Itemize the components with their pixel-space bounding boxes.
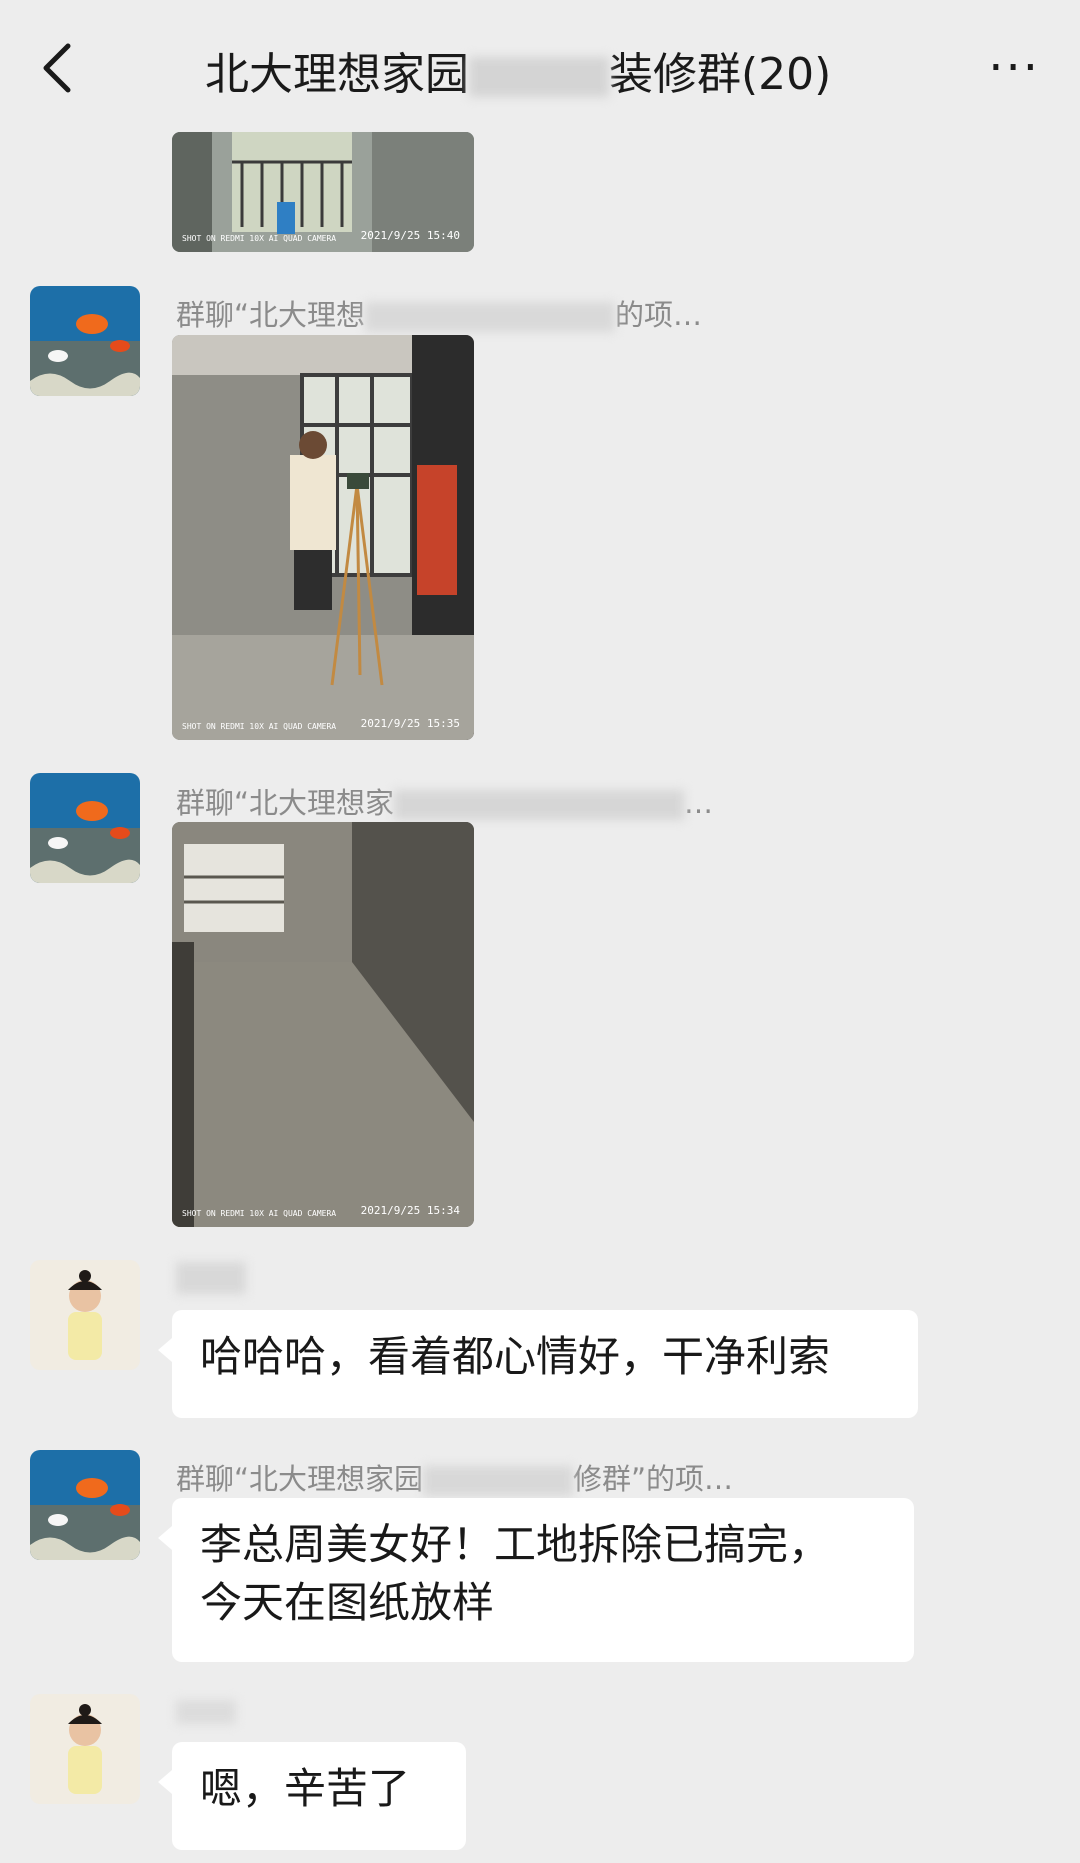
sender-avatar[interactable] [30, 773, 140, 883]
redacted-text [394, 790, 685, 820]
redacted-text [365, 302, 616, 332]
camera-watermark: SHOT ON REDMI 10X AI QUAD CAMERA [182, 1209, 337, 1218]
chat-title: 北大理想家园 装修群(20) [205, 38, 831, 102]
sender-name: 群聊“北大理想家园 修群”的项… [176, 1456, 733, 1498]
sender-name-prefix: 群聊“北大理想家园 [176, 1462, 424, 1496]
chat-title-prefix: 北大理想家园 [205, 49, 469, 100]
empty-room-photo [172, 822, 474, 1227]
sender-avatar[interactable] [30, 1260, 140, 1370]
surveyor-photo [172, 335, 474, 740]
photo-timestamp: 2021/9/25 15:34 [360, 1204, 460, 1217]
redacted-text [423, 1466, 574, 1496]
sender-name-tail: 的项… [615, 298, 703, 332]
sender-name: 群聊“北大理想家 … [176, 780, 713, 822]
message-bubble[interactable]: 李总周美女好！工地拆除已搞完， 今天在图纸放样 [158, 1498, 914, 1662]
top-bar: 北大理想家园 装修群(20) ··· [0, 0, 1080, 130]
chat-image-balcony[interactable]: SHOT ON REDMI 10X AI QUAD CAMERA 2021/9/… [172, 132, 474, 252]
back-arrow-icon[interactable] [34, 38, 82, 98]
message-text-line: 今天在图纸放样 [200, 1578, 495, 1627]
message-text: 嗯，辛苦了 [200, 1764, 411, 1813]
message-bubble[interactable]: 哈哈哈，看着都心情好，干净利索 [158, 1310, 918, 1418]
redacted-text [469, 57, 609, 97]
photo-timestamp: 2021/9/25 15:35 [360, 717, 460, 730]
more-options-icon[interactable]: ··· [988, 40, 1040, 96]
child-avatar-icon [30, 1260, 140, 1370]
message-text-line: 李总周美女好！工地拆除已搞完， [200, 1520, 831, 1569]
aquarium-avatar-icon [30, 1450, 140, 1560]
aquarium-avatar-icon [30, 773, 140, 883]
chat-title-suffix: 装修群(20) [609, 49, 832, 100]
sender-name-tail: 修群”的项… [573, 1462, 734, 1496]
chat-image-empty-room[interactable]: SHOT ON REDMI 10X AI QUAD CAMERA 2021/9/… [172, 822, 474, 1227]
aquarium-avatar-icon [30, 286, 140, 396]
message-bubble[interactable]: 嗯，辛苦了 [158, 1742, 466, 1850]
sender-name-redacted [176, 1700, 236, 1724]
sender-name-prefix: 群聊“北大理想 [176, 298, 366, 332]
message-text: 哈哈哈，看着都心情好，干净利索 [200, 1332, 831, 1381]
camera-watermark: SHOT ON REDMI 10X AI QUAD CAMERA [182, 234, 337, 243]
photo-timestamp: 2021/9/25 15:40 [360, 229, 460, 242]
sender-name: 群聊“北大理想 的项… [176, 292, 702, 334]
sender-avatar[interactable] [30, 1450, 140, 1560]
sender-name-prefix: 群聊“北大理想家 [176, 786, 395, 820]
sender-avatar[interactable] [30, 286, 140, 396]
sender-name-redacted [176, 1262, 246, 1294]
child-avatar-icon [30, 1694, 140, 1804]
chat-image-surveyor[interactable]: SHOT ON REDMI 10X AI QUAD CAMERA 2021/9/… [172, 335, 474, 740]
sender-name-tail: … [684, 786, 714, 820]
sender-avatar[interactable] [30, 1694, 140, 1804]
camera-watermark: SHOT ON REDMI 10X AI QUAD CAMERA [182, 722, 337, 731]
